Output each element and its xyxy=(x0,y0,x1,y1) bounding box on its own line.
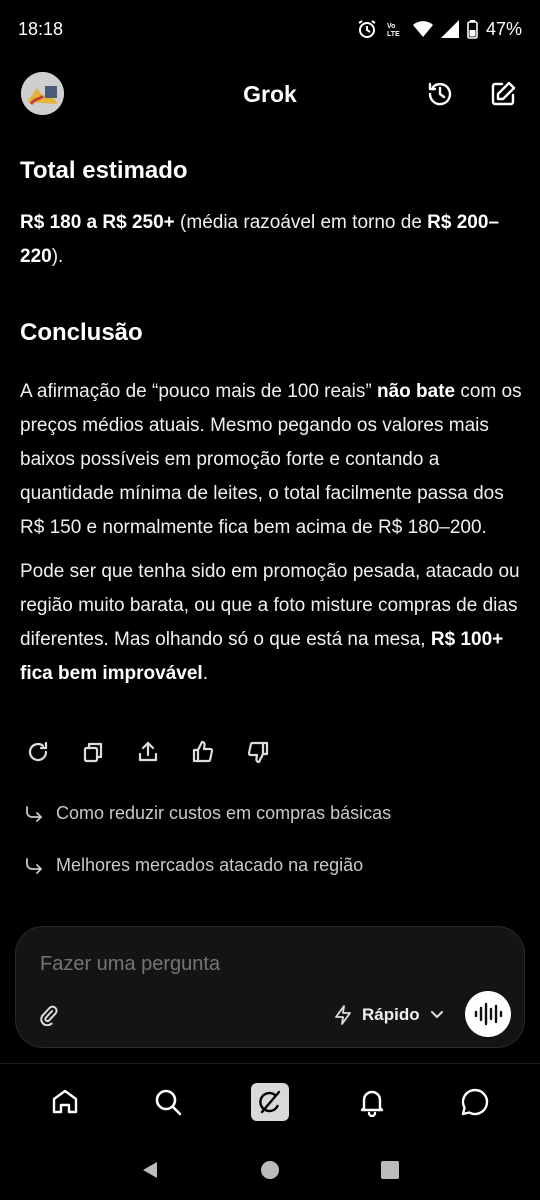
svg-text:LTE: LTE xyxy=(387,31,400,38)
app-title: Grok xyxy=(243,80,297,107)
recents-square-icon xyxy=(381,1161,399,1179)
assistant-message: Total estimado R$ 180 a R$ 250+ (média r… xyxy=(20,146,522,691)
lightning-icon xyxy=(335,1005,351,1025)
conclusion-paragraph-2: Pode ser que tenha sido em promoção pesa… xyxy=(20,561,520,684)
new-chat-button[interactable] xyxy=(485,76,521,112)
regenerate-icon xyxy=(28,741,48,762)
voice-mode-button[interactable] xyxy=(465,991,511,1037)
signal-icon xyxy=(440,20,459,38)
nav-home[interactable] xyxy=(43,1080,87,1124)
avatar[interactable] xyxy=(21,72,64,115)
voice-waveform-icon xyxy=(474,1002,503,1026)
regenerate-button[interactable] xyxy=(20,734,56,770)
total-paragraph: R$ 180 a R$ 250+ (média razoável em torn… xyxy=(20,212,500,267)
composer: Rápido xyxy=(15,926,525,1048)
system-home-button[interactable] xyxy=(255,1155,285,1185)
system-recents-button[interactable] xyxy=(375,1155,405,1185)
nav-notifications[interactable] xyxy=(350,1080,394,1124)
home-circle-icon xyxy=(261,1161,279,1179)
search-icon xyxy=(155,1089,181,1115)
system-back-button[interactable] xyxy=(135,1155,165,1185)
thumbs-down-icon xyxy=(247,741,269,764)
prompt-input[interactable] xyxy=(40,953,470,976)
status-icons: Vo LTE 47% xyxy=(357,19,522,40)
history-button[interactable] xyxy=(422,76,458,112)
status-bar: 18:18 Vo LTE 47% xyxy=(0,0,540,58)
app-header: Grok xyxy=(0,62,540,126)
volte-icon: VoLTE xyxy=(387,23,400,38)
message-actions xyxy=(20,734,276,770)
like-button[interactable] xyxy=(185,734,221,770)
notifications-icon xyxy=(361,1090,384,1117)
mode-selector[interactable]: Rápido xyxy=(334,1001,444,1029)
wifi-icon xyxy=(412,21,433,37)
thumbs-up-icon xyxy=(192,740,214,763)
system-nav-bar xyxy=(0,1140,540,1200)
new-chat-icon xyxy=(491,81,516,106)
back-triangle-icon xyxy=(143,1162,157,1178)
suggestion-item[interactable]: Como reduzir custos em compras básicas xyxy=(24,803,391,824)
copy-button[interactable] xyxy=(75,734,111,770)
conclusion-heading: Conclusão xyxy=(20,319,143,346)
paperclip-icon xyxy=(40,1005,58,1026)
dislike-button[interactable] xyxy=(240,734,276,770)
total-range: R$ 180 a R$ 250+ xyxy=(20,212,175,233)
total-heading: Total estimado xyxy=(20,157,188,184)
suggestion-label: Melhores mercados atacado na região xyxy=(56,855,364,875)
share-icon xyxy=(138,741,158,762)
suggestion-item[interactable]: Melhores mercados atacado na região xyxy=(24,855,363,876)
conclusion-paragraph-1: A afirmação de “pouco mais de 100 reais”… xyxy=(20,381,522,538)
svg-text:Vo: Vo xyxy=(387,23,395,30)
chevron-down-icon xyxy=(430,1011,443,1019)
battery-percent: 47% xyxy=(485,18,522,39)
attach-button[interactable] xyxy=(34,1001,62,1029)
nav-grok[interactable] xyxy=(248,1080,292,1124)
grok-logo-icon xyxy=(250,1082,289,1121)
battery-icon xyxy=(467,19,478,39)
alarm-icon xyxy=(358,20,376,38)
nav-search[interactable] xyxy=(146,1080,190,1124)
home-icon xyxy=(52,1089,78,1113)
copy-icon xyxy=(83,742,103,763)
nav-messages[interactable] xyxy=(453,1080,497,1124)
share-button[interactable] xyxy=(130,734,166,770)
messages-icon xyxy=(461,1088,488,1115)
history-icon xyxy=(428,82,452,106)
follow-up-arrow-icon xyxy=(26,805,42,822)
suggestion-label: Como reduzir custos em compras básicas xyxy=(56,803,392,823)
follow-up-arrow-icon xyxy=(26,857,42,874)
bottom-nav xyxy=(0,1063,540,1139)
mode-label: Rápido xyxy=(362,1005,420,1024)
status-time: 18:18 xyxy=(18,18,64,39)
